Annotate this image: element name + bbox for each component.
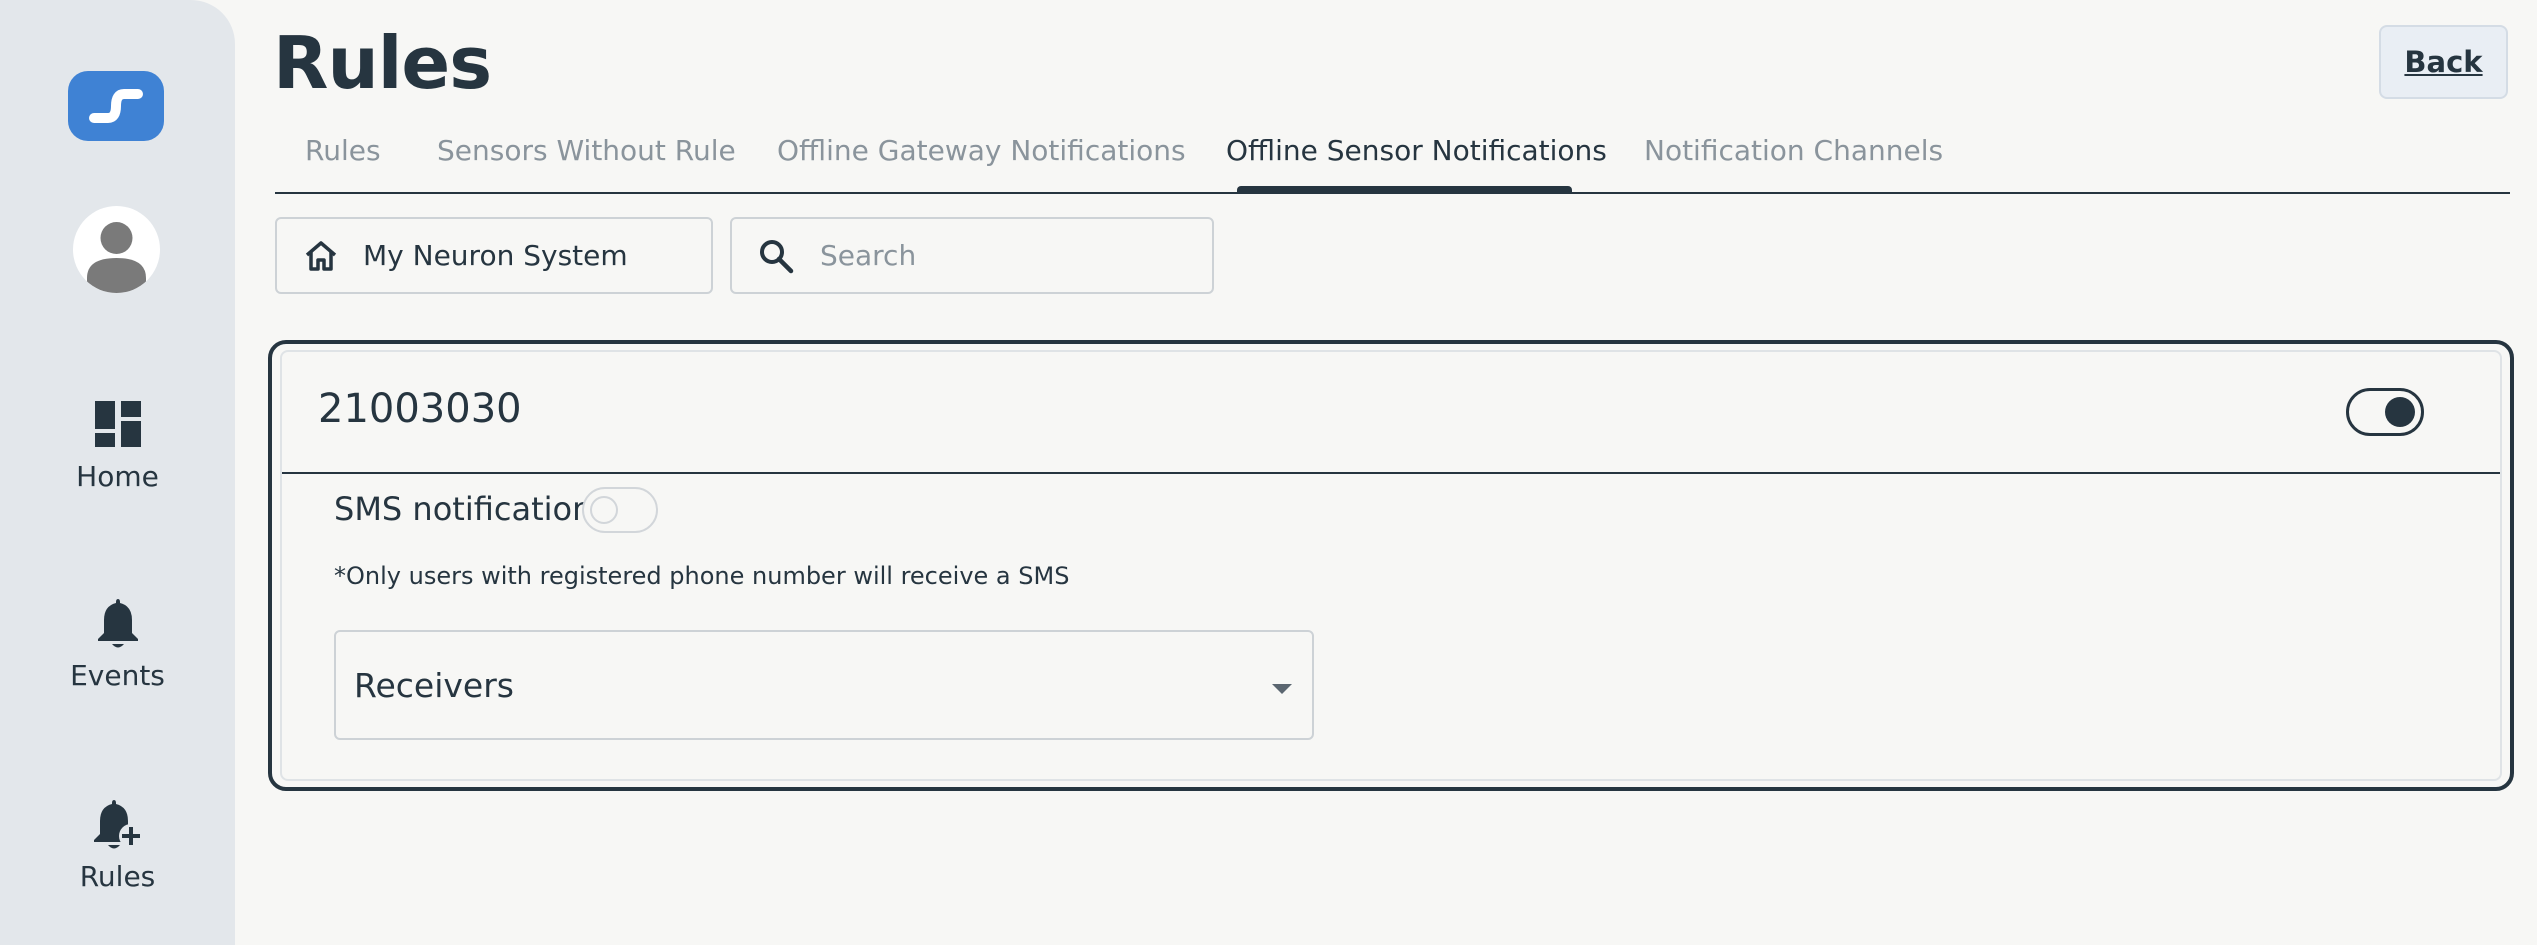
- page-title: Rules: [273, 21, 492, 105]
- card-header: 21003030: [282, 352, 2500, 474]
- search-box[interactable]: [730, 217, 1214, 294]
- user-avatar-icon: [87, 222, 146, 293]
- bell-plus-icon: [90, 796, 146, 852]
- sidebar-item-label: Home: [76, 460, 159, 493]
- sms-notification-label: SMS notification: [334, 490, 593, 528]
- chevron-down-icon: [1272, 684, 1292, 694]
- tab-rules[interactable]: Rules: [305, 134, 381, 167]
- search-icon: [760, 239, 794, 273]
- dashboard-icon: [90, 396, 146, 452]
- sensor-enabled-toggle[interactable]: [2346, 388, 2424, 436]
- avatar[interactable]: [73, 206, 160, 293]
- sidebar-item-label: Rules: [79, 860, 156, 893]
- active-tab-indicator: [1237, 186, 1572, 194]
- bell-icon: [90, 595, 146, 651]
- sms-note: *Only users with registered phone number…: [334, 562, 1070, 590]
- sidebar-item-rules[interactable]: Rules: [0, 796, 235, 893]
- search-input[interactable]: [818, 238, 1198, 273]
- location-label: My Neuron System: [363, 239, 628, 272]
- card-body: 21003030 SMS notification *Only users wi…: [280, 350, 2502, 781]
- sidebar-item-label: Events: [70, 659, 165, 692]
- toggle-knob: [2385, 397, 2415, 427]
- app-logo[interactable]: [68, 71, 164, 141]
- back-button[interactable]: Back: [2379, 25, 2508, 99]
- sidebar-item-home[interactable]: Home: [0, 396, 235, 493]
- toggle-knob: [590, 496, 618, 524]
- tab-notification-channels[interactable]: Notification Channels: [1644, 134, 1943, 167]
- sms-notification-toggle[interactable]: [582, 487, 658, 533]
- receivers-select[interactable]: Receivers: [334, 630, 1314, 740]
- tab-offline-sensor-notifications[interactable]: Offline Sensor Notifications: [1226, 134, 1607, 167]
- tab-bar: Rules Sensors Without Rule Offline Gatew…: [275, 120, 2510, 194]
- tab-offline-gateway-notifications[interactable]: Offline Gateway Notifications: [777, 134, 1186, 167]
- home-icon: [305, 240, 337, 271]
- tab-sensors-without-rule[interactable]: Sensors Without Rule: [437, 134, 736, 167]
- link-logo-icon: [89, 89, 143, 123]
- sensor-rule-card: 21003030 SMS notification *Only users wi…: [268, 340, 2514, 791]
- location-selector[interactable]: My Neuron System: [275, 217, 713, 294]
- receivers-label: Receivers: [354, 666, 514, 705]
- sidebar: Home Events Rules: [0, 0, 235, 945]
- sensor-id: 21003030: [318, 386, 522, 432]
- sidebar-item-events[interactable]: Events: [0, 595, 235, 692]
